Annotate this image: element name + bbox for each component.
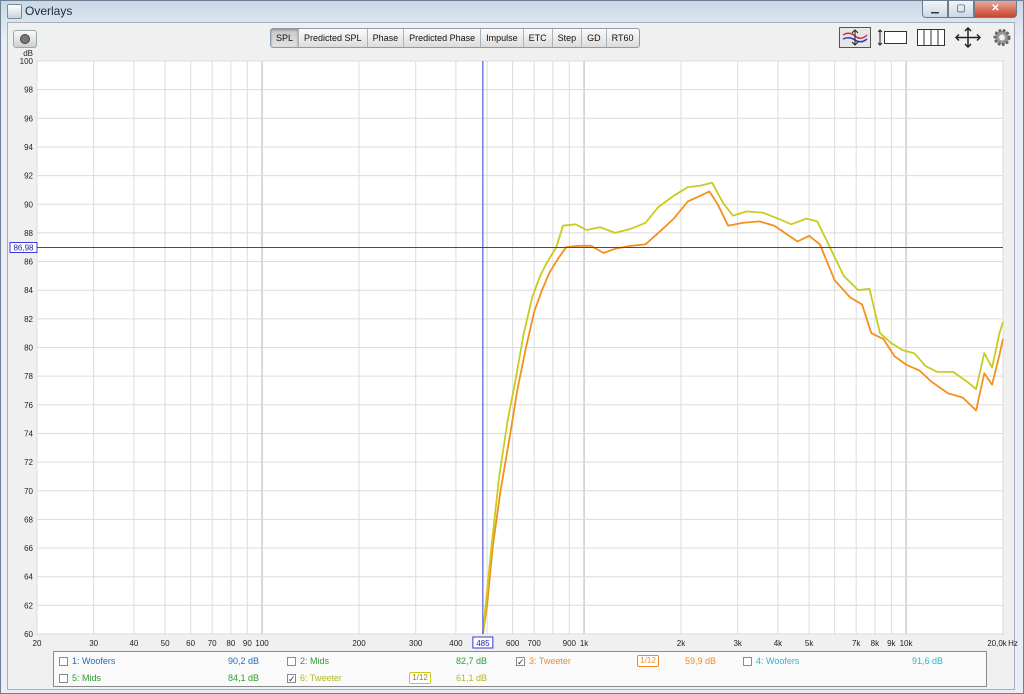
x-tick-label: 50: [161, 639, 170, 648]
smoothing-badge[interactable]: 1/12: [409, 672, 431, 684]
x-tick-label: 5k: [805, 639, 814, 648]
x-tick-label: 8k: [871, 639, 880, 648]
y-tick-label: 86: [24, 258, 33, 267]
x-tick-label: 80: [226, 639, 235, 648]
y-tick-label: 80: [24, 344, 33, 353]
y-tick-label: 76: [24, 401, 33, 410]
legend-item-woofers-1[interactable]: 1: Woofers: [59, 654, 115, 668]
legend-panel: 1: Woofers 90,2 dB 2: Mids 82,7 dB 3: Tw…: [53, 651, 987, 687]
x-tick-label: 10k: [900, 639, 914, 648]
y-tick-label: 90: [24, 200, 33, 209]
y-tick-label: 96: [24, 114, 33, 123]
legend-value: 59,9 dB: [685, 656, 717, 666]
cursor-x-readout: 485: [476, 639, 490, 648]
legend-item-mids-5[interactable]: 5: Mids: [59, 671, 101, 685]
y-tick-label: 60: [24, 630, 33, 639]
legend-label: 6: Tweeter: [300, 673, 342, 683]
x-tick-label: 1k: [580, 639, 589, 648]
legend-value: 61,1 dB: [456, 673, 488, 683]
legend-checkbox[interactable]: [287, 672, 296, 686]
x-tick-label: 20: [33, 639, 42, 648]
x-tick-label: 40: [129, 639, 138, 648]
x-tick-label: 2k: [677, 639, 686, 648]
y-axis-label: dB: [23, 49, 33, 58]
cursor-y-readout: 86,98: [13, 244, 34, 253]
legend-label: 3: Tweeter: [529, 656, 571, 666]
y-tick-label: 84: [24, 286, 33, 295]
y-tick-label: 94: [24, 143, 33, 152]
x-tick-label: 300: [409, 639, 423, 648]
x-tick-label: 100: [255, 639, 269, 648]
x-tick-label: 4k: [774, 639, 783, 648]
y-tick-label: 72: [24, 458, 33, 467]
legend-value: 84,1 dB: [228, 673, 260, 683]
legend-label: 2: Mids: [300, 656, 330, 666]
y-tick-label: 98: [24, 86, 33, 95]
legend-item-woofers-4[interactable]: 4: Woofers: [743, 654, 799, 668]
spl-chart[interactable]: 60 62 64 66 68 70 72 74 76 78 80 82 84 86 88 90 92 94 96 98…: [0, 0, 1024, 653]
legend-item-tweeter-3[interactable]: 3: Tweeter: [516, 654, 571, 669]
legend-checkbox[interactable]: [743, 656, 752, 666]
x-tick-label: 90: [243, 639, 252, 648]
legend-checkbox[interactable]: [287, 656, 296, 666]
x-tick-label: 70: [208, 639, 217, 648]
legend-item-tweeter-6[interactable]: 6: Tweeter: [287, 671, 342, 686]
x-tick-label: 60: [186, 639, 195, 648]
legend-value: 91,6 dB: [912, 656, 944, 666]
y-tick-label: 78: [24, 372, 33, 381]
y-tick-label: 88: [24, 229, 33, 238]
y-tick-label: 74: [24, 429, 33, 438]
y-tick-label: 82: [24, 315, 33, 324]
x-tick-label: 30: [89, 639, 98, 648]
x-axis-label: Hz: [1008, 639, 1018, 648]
legend-checkbox[interactable]: [516, 655, 525, 669]
y-tick-label: 70: [24, 487, 33, 496]
x-tick-label: 700: [528, 639, 542, 648]
legend-label: 5: Mids: [72, 673, 102, 683]
legend-item-mids-2[interactable]: 2: Mids: [287, 654, 329, 668]
x-tick-label: 200: [352, 639, 366, 648]
x-tick-label: 400: [449, 639, 463, 648]
legend-value: 90,2 dB: [228, 656, 260, 666]
x-tick-label: 900: [563, 639, 577, 648]
legend-label: 1: Woofers: [72, 656, 116, 666]
legend-checkbox[interactable]: [59, 673, 68, 683]
x-tick-label: 9k: [887, 639, 896, 648]
y-tick-label: 62: [24, 601, 33, 610]
legend-label: 4: Woofers: [756, 656, 800, 666]
legend-value: 82,7 dB: [456, 656, 488, 666]
smoothing-badge[interactable]: 1/12: [637, 655, 659, 667]
x-tick-label: 3k: [733, 639, 742, 648]
x-tick-label: 600: [506, 639, 520, 648]
x-tick-label: 7k: [852, 639, 861, 648]
x-tick-label: 20,0k: [987, 639, 1008, 648]
legend-checkbox[interactable]: [59, 656, 68, 666]
y-tick-label: 92: [24, 172, 33, 181]
y-tick-label: 100: [20, 57, 34, 66]
y-tick-label: 66: [24, 544, 33, 553]
y-tick-label: 64: [24, 573, 33, 582]
y-tick-label: 68: [24, 515, 33, 524]
